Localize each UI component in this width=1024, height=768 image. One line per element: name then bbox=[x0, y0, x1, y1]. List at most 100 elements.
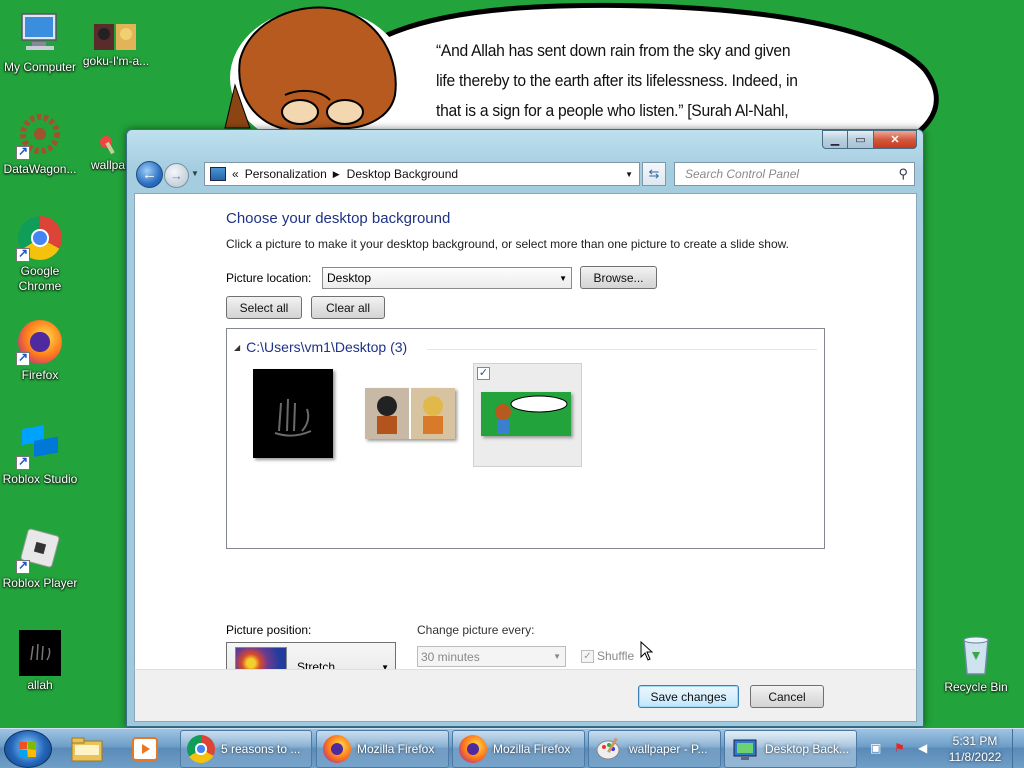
desktop-icon-google-chrome[interactable]: Google Chrome bbox=[0, 214, 80, 294]
address-bar[interactable]: « Personalization ▶ Desktop Background ▼ bbox=[204, 162, 640, 186]
folder-icon bbox=[71, 737, 103, 762]
thumbnail-goku[interactable] bbox=[365, 388, 455, 439]
start-button[interactable] bbox=[4, 730, 52, 768]
pinned-explorer-button[interactable] bbox=[62, 732, 112, 766]
recent-pages-dropdown[interactable]: ▼ bbox=[191, 169, 199, 178]
minimize-button[interactable]: ▁ bbox=[822, 130, 848, 149]
taskbar-item-firefox-2[interactable]: Mozilla Firefox bbox=[452, 730, 585, 768]
taskbar-item-chrome[interactable]: 5 reasons to ... bbox=[180, 730, 312, 768]
thumbnail-checkbox[interactable]: ✓ bbox=[477, 367, 490, 380]
select-all-button[interactable]: Select all bbox=[226, 296, 302, 319]
chrome-icon bbox=[187, 735, 215, 763]
datawagon-icon bbox=[16, 112, 64, 160]
clock[interactable]: 5:31 PM 11/8/2022 bbox=[936, 733, 1014, 765]
picture-gallery: ◢ C:\Users\vm1\Desktop (3) ✓ bbox=[226, 328, 825, 549]
maximize-button[interactable]: ▭ bbox=[848, 130, 874, 149]
picture-location-value: Desktop bbox=[327, 271, 372, 285]
paint-icon bbox=[595, 735, 623, 763]
picture-location-label: Picture location: bbox=[226, 271, 312, 285]
change-picture-value: 30 minutes bbox=[421, 649, 480, 664]
taskbar: 5 reasons to ... Mozilla Firefox Mozilla… bbox=[0, 728, 1024, 768]
minimize-icon: ▁ bbox=[830, 134, 840, 146]
control-panel-icon bbox=[210, 167, 226, 181]
roblox-studio-icon bbox=[16, 422, 64, 470]
back-arrow-icon: ← bbox=[142, 166, 157, 183]
desktop-icon-recycle-bin[interactable]: Recycle Bin bbox=[936, 630, 1016, 695]
close-button[interactable]: ✕ bbox=[874, 130, 917, 149]
chrome-icon bbox=[16, 214, 64, 262]
goku-meme-image bbox=[365, 388, 455, 439]
navigation-bar: ← → ▼ « Personalization ▶ Desktop Backgr… bbox=[127, 158, 923, 192]
forward-arrow-icon: → bbox=[170, 168, 183, 183]
refresh-icon: ⇆ bbox=[648, 166, 660, 181]
image-file-icon bbox=[92, 22, 140, 52]
breadcrumb-personalization[interactable]: Personalization bbox=[245, 167, 327, 181]
breadcrumb-overflow[interactable]: « bbox=[232, 167, 239, 181]
desktop-icon-allah[interactable]: allah bbox=[0, 630, 80, 693]
forward-button[interactable]: → bbox=[164, 163, 189, 188]
collapse-triangle-icon[interactable]: ◢ bbox=[234, 343, 240, 352]
firefox-icon bbox=[323, 735, 351, 763]
show-desktop-button[interactable] bbox=[1012, 729, 1024, 768]
thumbnail-allah[interactable] bbox=[253, 369, 333, 458]
pinned-media-player-button[interactable] bbox=[120, 732, 170, 766]
taskbar-item-firefox-1[interactable]: Mozilla Firefox bbox=[316, 730, 449, 768]
windows-logo-icon bbox=[19, 742, 37, 758]
picture-location-dropdown[interactable]: Desktop ▼ bbox=[322, 267, 572, 289]
window-controls: ▁ ▭ ✕ bbox=[822, 130, 917, 149]
desktop-icon-my-computer[interactable]: My Computer bbox=[0, 10, 80, 75]
computer-icon bbox=[16, 10, 64, 58]
firefox-icon bbox=[16, 318, 64, 366]
clock-time: 5:31 PM bbox=[952, 734, 998, 748]
allah-calligraphy-image bbox=[274, 398, 312, 437]
close-icon: ✕ bbox=[890, 134, 900, 146]
control-panel-icon bbox=[731, 735, 759, 763]
change-picture-label: Change picture every: bbox=[417, 623, 535, 637]
save-changes-button[interactable]: Save changes bbox=[638, 685, 739, 708]
network-icon[interactable]: ▣ bbox=[870, 741, 886, 757]
chevron-down-icon: ▼ bbox=[553, 652, 561, 661]
chevron-down-icon: ▼ bbox=[559, 273, 567, 283]
cancel-button[interactable]: Cancel bbox=[750, 685, 824, 708]
clock-date: 11/8/2022 bbox=[948, 750, 1002, 764]
thumbnail-wallpaper[interactable]: ✓ bbox=[473, 363, 582, 467]
shuffle-option[interactable]: ✓ Shuffle bbox=[581, 649, 634, 663]
taskbar-item-paint[interactable]: wallpaper - P... bbox=[588, 730, 721, 768]
desktop-background-window: ▁ ▭ ✕ ← → ▼ « Personalization ▶ Desktop … bbox=[126, 129, 924, 727]
image-file-icon bbox=[19, 630, 61, 676]
search-input[interactable] bbox=[683, 166, 883, 182]
page-title: Choose your desktop background bbox=[226, 210, 451, 227]
paint-icon bbox=[96, 132, 120, 156]
footer-bar: Save changes Cancel bbox=[134, 669, 917, 722]
change-picture-dropdown[interactable]: 30 minutes ▼ bbox=[417, 646, 566, 667]
desktop-icon-firefox[interactable]: Firefox bbox=[0, 318, 80, 383]
search-box[interactable]: ⚲ bbox=[674, 162, 915, 186]
desktop-icon-datawagon[interactable]: DataWagon... bbox=[0, 112, 80, 177]
desktop-icon-goku[interactable]: goku-I'm-a... bbox=[76, 22, 156, 69]
picture-position-label: Picture position: bbox=[226, 623, 312, 637]
wallpaper-thumbnail-image bbox=[481, 392, 571, 436]
taskbar-item-desktop-background[interactable]: Desktop Back... bbox=[724, 730, 857, 768]
maximize-icon: ▭ bbox=[855, 134, 866, 146]
address-dropdown-icon[interactable]: ▼ bbox=[625, 170, 633, 179]
breadcrumb-separator-icon[interactable]: ▶ bbox=[333, 169, 340, 180]
action-center-flag-icon[interactable]: ⚑ bbox=[894, 741, 910, 757]
volume-icon[interactable]: ◀ bbox=[918, 741, 934, 757]
desktop-icon-roblox-player[interactable]: Roblox Player bbox=[0, 526, 80, 591]
folder-group-header[interactable]: ◢ C:\Users\vm1\Desktop (3) bbox=[234, 339, 407, 355]
mouse-cursor-icon bbox=[640, 641, 654, 661]
content-pane: Choose your desktop background Click a p… bbox=[134, 193, 917, 692]
browse-button[interactable]: Browse... bbox=[580, 266, 657, 289]
refresh-button[interactable]: ⇆ bbox=[642, 162, 666, 186]
search-icon[interactable]: ⚲ bbox=[898, 166, 908, 182]
clear-all-button[interactable]: Clear all bbox=[311, 296, 385, 319]
breadcrumb-desktop-background[interactable]: Desktop Background bbox=[347, 167, 458, 181]
firefox-icon bbox=[459, 735, 487, 763]
desktop-icon-roblox-studio[interactable]: Roblox Studio bbox=[0, 422, 80, 487]
recycle-bin-icon bbox=[952, 630, 1000, 678]
roblox-player-icon bbox=[16, 526, 64, 574]
shuffle-checkbox[interactable]: ✓ bbox=[581, 649, 594, 663]
page-subtitle: Click a picture to make it your desktop … bbox=[226, 237, 789, 251]
back-button[interactable]: ← bbox=[136, 161, 163, 188]
shuffle-label: Shuffle bbox=[597, 649, 635, 663]
